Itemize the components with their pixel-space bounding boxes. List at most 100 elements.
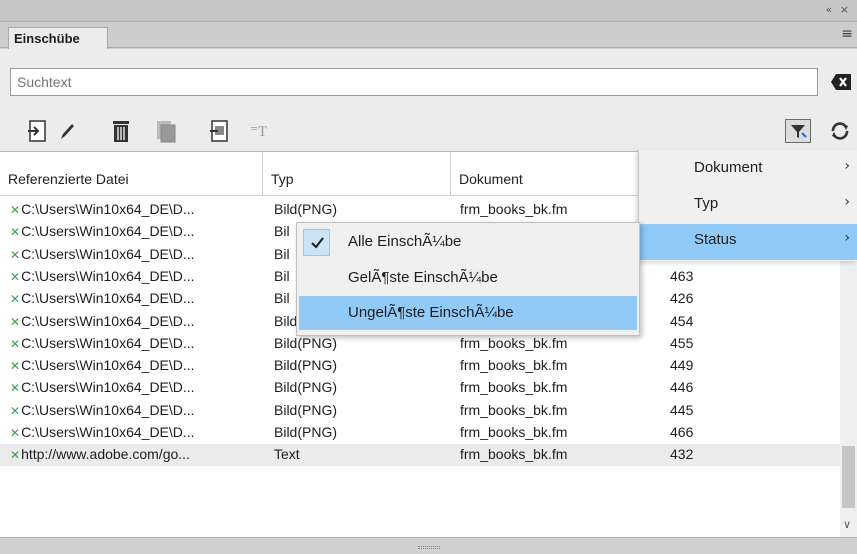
table-row[interactable]: ✕C:\Users\Win10x64_DE\D... Bild(PNG) frm_b… — [0, 355, 840, 377]
file-path-text: C:\Users\Win10x64_DE\D... — [21, 424, 195, 440]
file-path-text: C:\Users\Win10x64_DE\D... — [21, 245, 195, 262]
chevron-right-icon: › — [844, 230, 850, 246]
file-path-text: C:\Users\Win10x64_DE\D... — [21, 290, 195, 307]
file-path-text: C:\Users\Win10x64_DE\D... — [21, 357, 195, 374]
submenu-item-label: GelÃ¶ste EinschÃ¼be — [348, 269, 498, 286]
cell-document: frm_books_bk.fm — [460, 357, 568, 374]
chevron-right-icon: › — [844, 158, 850, 174]
cell-type: Bild(PNG) — [274, 334, 338, 351]
panel-titlebar: « × — [0, 0, 857, 22]
panel-menu-icon[interactable]: ≡ — [841, 26, 853, 42]
link-status-icon: ✕ — [10, 359, 21, 374]
submenu-item-resolved[interactable]: GelÃ¶ste EinschÃ¼be — [299, 261, 637, 295]
menu-item-label: Typ — [694, 195, 719, 212]
table-row[interactable]: ✕C:\Users\Win10x64_DE\D... Bild(PNG) frm_b… — [0, 377, 840, 399]
collapse-close-controls[interactable]: « × — [826, 3, 851, 16]
table-row[interactable]: ✕C:\Users\Win10x64_DE\D... Bild(PNG) frm_b… — [0, 422, 840, 444]
file-path-text: http://www.adobe.com/go... — [21, 446, 190, 463]
link-status-icon: ✕ — [10, 247, 21, 262]
cell-document: frm_books_bk.fm — [460, 334, 568, 351]
resize-grip[interactable] — [418, 546, 440, 549]
delete-icon[interactable] — [108, 119, 134, 143]
chevron-right-icon: › — [844, 194, 850, 210]
text-insert-icon[interactable]: ⁼T — [247, 119, 273, 143]
cell-type: Bild(PNG) — [274, 357, 338, 374]
column-header-type[interactable]: Typ — [263, 152, 451, 196]
cell-page: 449 — [670, 357, 694, 374]
submenu-item-all[interactable]: Alle EinschÃ¼be — [299, 225, 637, 259]
filter-menu: Dokument › Typ › Status › — [638, 150, 857, 261]
link-status-icon: ✕ — [10, 225, 21, 240]
cell-page: 446 — [670, 379, 694, 396]
scrollbar-thumb[interactable] — [842, 446, 855, 508]
scroll-down-icon[interactable]: ∨ — [843, 518, 851, 531]
cell-file: ✕C:\Users\Win10x64_DE\D... — [10, 379, 195, 395]
cell-document: frm_books_bk.fm — [460, 201, 568, 217]
cell-page: 445 — [670, 401, 694, 418]
tab-einschuebe[interactable]: Einschübe — [8, 27, 108, 49]
cell-document: frm_books_bk.fm — [460, 401, 568, 418]
panel-tab-row: Einschübe ≡ — [0, 22, 857, 49]
clear-search-icon[interactable] — [830, 73, 852, 91]
panel-bottom-bar — [0, 537, 857, 554]
cell-type: Bild(PNG) — [274, 401, 338, 418]
svg-text:⁼T: ⁼T — [250, 124, 267, 140]
table-row[interactable]: ✕C:\Users\Win10x64_DE\D... Bild(PNG) frm_b… — [0, 400, 840, 422]
link-status-icon: ✕ — [10, 292, 21, 307]
search-row — [0, 49, 857, 99]
cell-type: Bild(PNG) — [274, 379, 338, 396]
file-path-text: C:\Users\Win10x64_DE\D... — [21, 334, 195, 351]
cell-file: ✕http://www.adobe.com/go... — [10, 446, 190, 462]
import-icon[interactable] — [206, 119, 232, 143]
file-path-text: C:\Users\Win10x64_DE\D... — [21, 201, 195, 217]
cell-file: ✕C:\Users\Win10x64_DE\D... — [10, 335, 195, 351]
cell-page: 455 — [670, 334, 694, 351]
submenu-item-unresolved[interactable]: UngelÃ¶ste EinschÃ¼be — [299, 296, 637, 330]
link-status-icon: ✕ — [10, 403, 21, 418]
menu-item-dokument[interactable]: Dokument › — [639, 152, 857, 188]
link-status-icon: ✕ — [10, 269, 21, 284]
edit-icon[interactable] — [54, 119, 80, 143]
checkmark-icon — [303, 229, 330, 256]
cell-file: ✕C:\Users\Win10x64_DE\D... — [10, 313, 195, 329]
cell-page: 426 — [670, 290, 694, 307]
search-input[interactable] — [10, 68, 818, 96]
copy-icon[interactable] — [153, 119, 179, 143]
refresh-icon[interactable] — [827, 119, 853, 143]
link-status-icon: ✕ — [10, 336, 21, 351]
cell-type: Bil — [274, 267, 290, 284]
cell-file: ✕C:\Users\Win10x64_DE\D... — [10, 268, 195, 284]
cell-type: Bil — [274, 223, 290, 240]
cell-page: 466 — [670, 424, 694, 440]
cell-file: ✕C:\Users\Win10x64_DE\D... — [10, 290, 195, 306]
cell-file: ✕C:\Users\Win10x64_DE\D... — [10, 402, 195, 418]
link-status-icon: ✕ — [10, 448, 21, 463]
table-row[interactable]: ✕http://www.adobe.com/go... Text frm_books… — [0, 444, 840, 467]
menu-item-status[interactable]: Status › — [639, 224, 857, 260]
cell-page: 432 — [670, 446, 694, 463]
cell-type: Bild(PNG) — [274, 201, 338, 217]
relink-icon[interactable] — [24, 119, 50, 143]
link-status-icon: ✕ — [10, 381, 21, 396]
file-path-text: C:\Users\Win10x64_DE\D... — [21, 379, 195, 396]
link-status-icon: ✕ — [10, 426, 21, 440]
cell-document: frm_books_bk.fm — [460, 424, 568, 440]
link-status-icon: ✕ — [10, 203, 21, 217]
menu-item-label: Status — [694, 231, 737, 248]
cell-file: ✕C:\Users\Win10x64_DE\D... — [10, 357, 195, 373]
menu-item-typ[interactable]: Typ › — [639, 188, 857, 224]
cell-file: ✕C:\Users\Win10x64_DE\D... — [10, 424, 195, 440]
column-header-file[interactable]: Referenzierte Datei — [0, 152, 263, 196]
cell-document: frm_books_bk.fm — [460, 446, 568, 463]
file-path-text: C:\Users\Win10x64_DE\D... — [21, 401, 195, 418]
file-path-text: C:\Users\Win10x64_DE\D... — [21, 267, 195, 284]
cell-type: Text — [274, 446, 300, 463]
cell-page: 463 — [670, 267, 694, 284]
cell-file: ✕C:\Users\Win10x64_DE\D... — [10, 223, 195, 239]
filter-icon[interactable] — [785, 119, 811, 143]
cell-type: Bild(PNG) — [274, 424, 338, 440]
cell-file: ✕C:\Users\Win10x64_DE\D... — [10, 246, 195, 262]
table-row[interactable]: ✕C:\Users\Win10x64_DE\D... Bild(PNG) frm_b… — [0, 333, 840, 355]
submenu-item-label: Alle EinschÃ¼be — [348, 233, 462, 250]
menu-item-label: Dokument — [694, 159, 763, 176]
